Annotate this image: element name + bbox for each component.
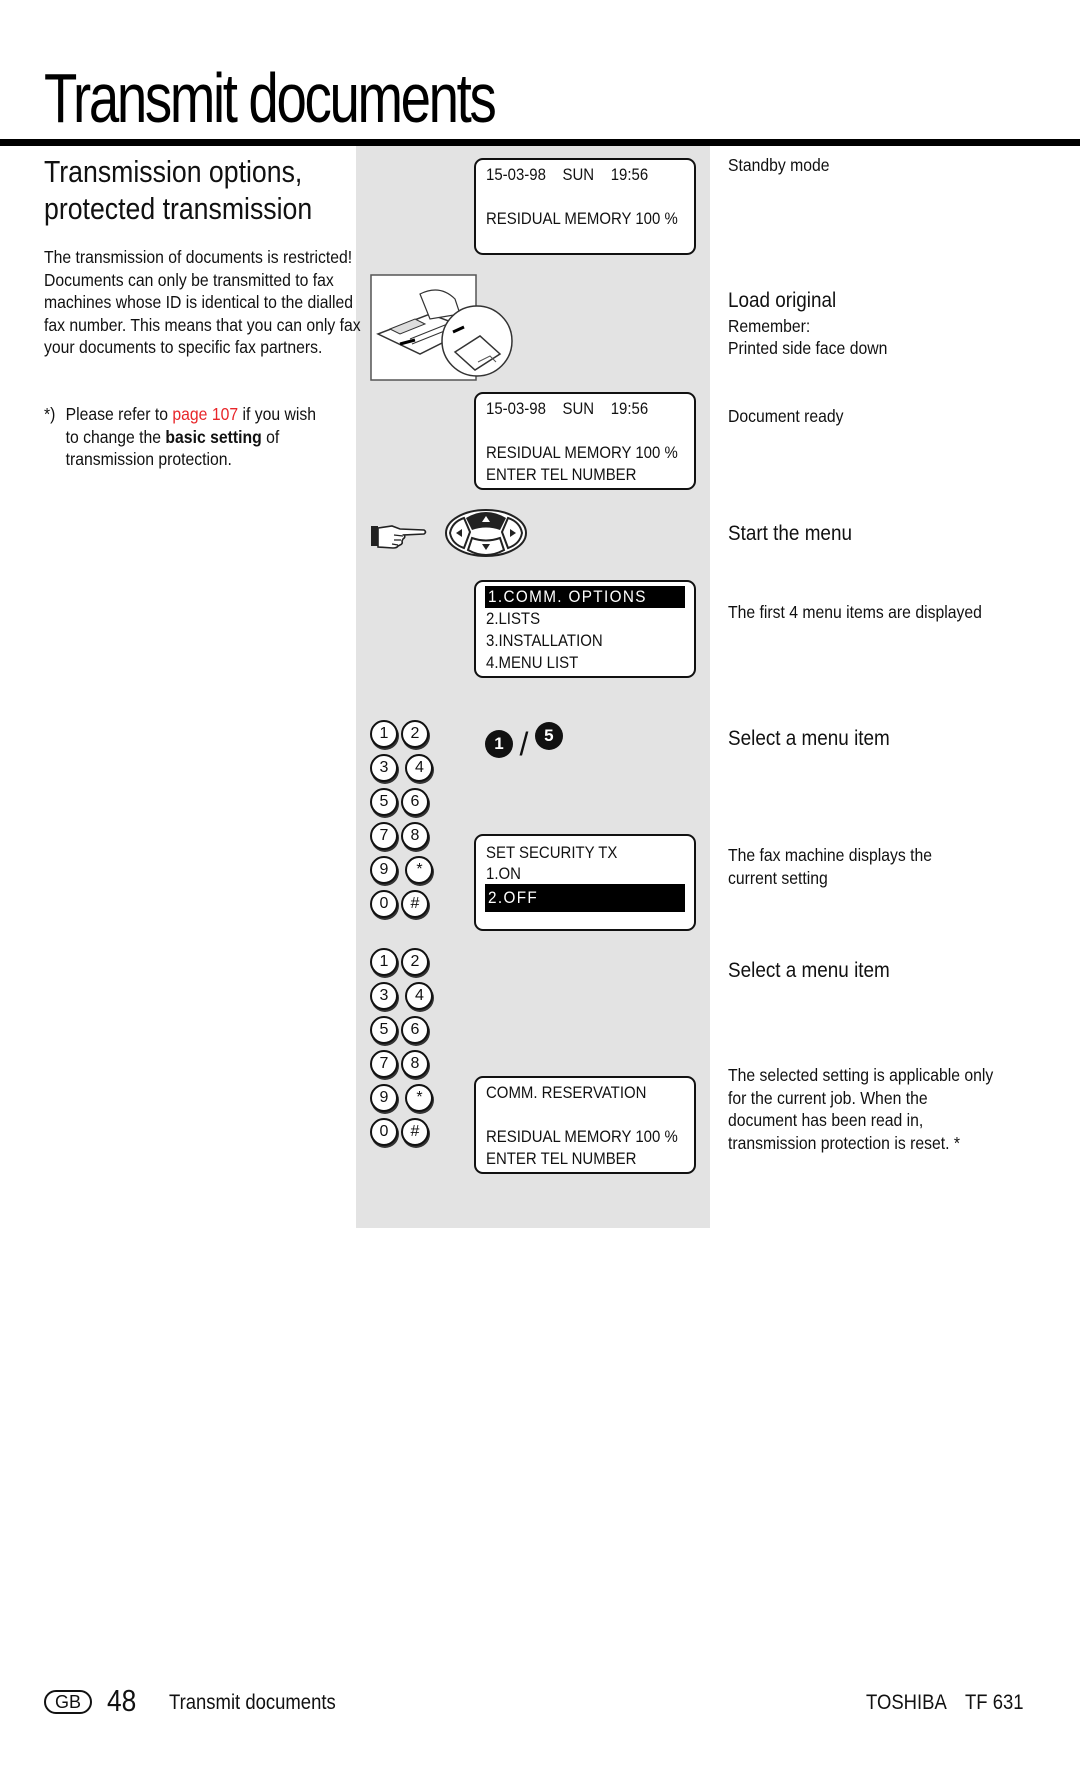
lcd-line: ENTER TEL NUMBER (486, 465, 637, 484)
key-1[interactable]: 1 (370, 720, 398, 748)
lcd-menu-item: 2.LISTS (486, 609, 541, 628)
footnote-body: Please refer to page 107 if you wish to … (66, 403, 332, 471)
key-5[interactable]: 5 (370, 1016, 398, 1044)
key-0[interactable]: 0 (370, 1118, 398, 1146)
lcd-display-standby: 15-03-98 SUN 19:56 RESIDUAL MEMORY 100 % (474, 158, 696, 255)
lcd-line: SET SECURITY TX (486, 843, 618, 862)
step-document-ready: Document ready (728, 406, 844, 426)
key-0[interactable]: 0 (370, 890, 398, 918)
key-badge-5: 5 (534, 722, 563, 750)
key-5[interactable]: 5 (370, 788, 398, 816)
lcd-line (486, 420, 660, 442)
key-7[interactable]: 7 (370, 1050, 398, 1078)
page-link[interactable]: page 107 (172, 404, 238, 424)
pointing-hand-icon (370, 520, 428, 555)
footer-model: TF 631 (965, 1691, 1024, 1714)
lcd-line: COMM. RESERVATION (486, 1083, 647, 1102)
title-rule (0, 139, 1080, 146)
section-title: Transmission options, protected transmis… (44, 153, 312, 227)
footnote-bold: basic setting (165, 426, 262, 447)
key-4[interactable]: 4 (405, 982, 434, 1010)
section-title-line2: protected transmission (44, 191, 313, 226)
key-9[interactable]: 9 (370, 856, 398, 884)
lcd-line: RESIDUAL MEMORY 100 % (486, 1127, 678, 1146)
key-star[interactable]: * (405, 1084, 434, 1112)
key-6[interactable]: 6 (401, 788, 429, 816)
step-load-remember: Remember: (728, 316, 811, 336)
key-7[interactable]: 7 (370, 822, 398, 850)
key-2[interactable]: 2 (401, 720, 429, 748)
footnote-mark: *) (44, 404, 56, 424)
key-6[interactable]: 6 (401, 1016, 429, 1044)
load-original-illustration (370, 274, 518, 382)
lcd-line: RESIDUAL MEMORY 100 % (486, 443, 678, 462)
section-title-line1: Transmission options, (44, 154, 303, 189)
key-1[interactable]: 1 (370, 948, 398, 976)
intro-text: The transmission of documents is restric… (44, 247, 361, 358)
lcd-display-menu: 1.COMM. OPTIONS 2.LISTS 3.INSTALLATION 4… (474, 580, 696, 678)
step-select-item: Select a menu item (728, 727, 890, 750)
key-hash[interactable]: # (401, 890, 429, 918)
navigation-keys[interactable] (444, 508, 528, 563)
lcd-line (486, 1104, 660, 1126)
lcd-line: RESIDUAL MEMORY 100 % (486, 209, 678, 228)
step-selected-info: The selected setting is applicable only … (728, 1065, 994, 1153)
lcd-line: 15-03-98 SUN 19:56 (486, 399, 649, 418)
lcd-line (486, 186, 660, 208)
step-load-instruction: Printed side face down (728, 338, 888, 358)
lcd-display-reservation: COMM. RESERVATION RESIDUAL MEMORY 100 % … (474, 1076, 696, 1174)
fax-machine-icon (370, 274, 513, 381)
footer-brand: TOSHIBA (866, 1691, 947, 1714)
key-star[interactable]: * (405, 856, 434, 884)
numeric-keypad: 1 23 45 6 7 89 *0 # (370, 720, 462, 924)
key-sequence: 1 / 5 (485, 720, 563, 762)
key-separator: / (519, 726, 529, 762)
lcd-display-security: SET SECURITY TX 1.ON 2.OFF (474, 834, 696, 931)
step-select-item-2: Select a menu item (728, 959, 890, 982)
key-3[interactable]: 3 (370, 982, 398, 1010)
lcd-display-document-ready: 15-03-98 SUN 19:56 RESIDUAL MEMORY 100 %… (474, 392, 696, 490)
key-3[interactable]: 3 (370, 754, 398, 782)
step-standby: Standby mode (728, 155, 830, 175)
lcd-line: ENTER TEL NUMBER (486, 1149, 637, 1168)
step-start-menu: Start the menu (728, 522, 852, 545)
step-first-items: The first 4 menu items are displayed (728, 602, 982, 622)
footnote: *) Please refer to page 107 if you wish … (44, 403, 332, 471)
step-load-original: Load original (728, 289, 837, 312)
lcd-line: 1.ON (486, 864, 521, 883)
lcd-highlighted-option: 2.OFF (485, 884, 685, 912)
numeric-keypad: 1 23 45 6 7 89 *0 # (370, 948, 462, 1152)
key-2[interactable]: 2 (401, 948, 429, 976)
key-8[interactable]: 8 (401, 1050, 429, 1078)
key-9[interactable]: 9 (370, 1084, 398, 1112)
footnote-text: Please refer to (65, 404, 173, 424)
key-hash[interactable]: # (401, 1118, 429, 1146)
lcd-line: 15-03-98 SUN 19:56 (486, 165, 649, 184)
page-title: Transmit documents (44, 59, 497, 137)
key-4[interactable]: 4 (405, 754, 434, 782)
lcd-menu-item: 3.INSTALLATION (486, 631, 603, 650)
page-number: 48 (107, 1683, 137, 1718)
lcd-menu-item: 4.MENU LIST (486, 653, 579, 672)
lcd-highlighted-item: 1.COMM. OPTIONS (485, 586, 685, 608)
key-8[interactable]: 8 (401, 822, 429, 850)
footer-section: Transmit documents (169, 1691, 336, 1714)
region-badge: GB (44, 1690, 93, 1714)
key-badge-1: 1 (485, 730, 513, 758)
step-current-setting: The fax machine displays the current set… (728, 845, 932, 888)
